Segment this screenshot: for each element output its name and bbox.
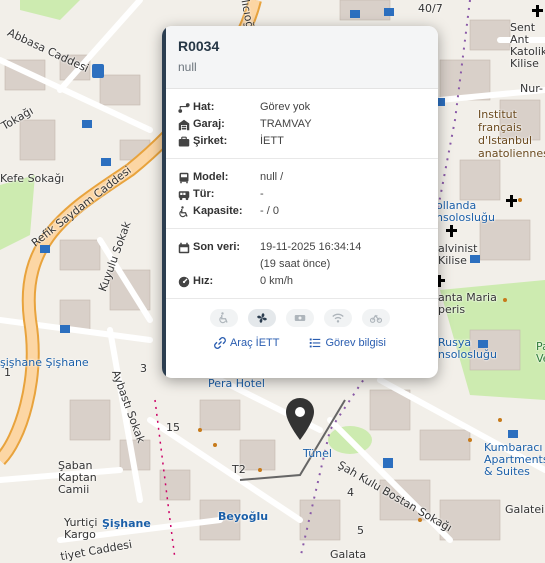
row-tur: Tür: - (178, 186, 422, 203)
model-label: Model: (193, 171, 229, 183)
task-info-link[interactable]: Görev bilgisi (309, 337, 386, 349)
bus-side-icon (178, 190, 190, 200)
link-icon (214, 337, 226, 349)
hat-value: Görev yok (260, 101, 311, 113)
wheelchair-icon (219, 312, 228, 324)
gauge-icon (178, 276, 190, 287)
row-sirket: Şirket: İETT (178, 133, 422, 150)
tur-label: Tür: (193, 188, 215, 200)
route-section: Hat: Görev yok Garaj: TRAMVAY Şirket: İE… (162, 89, 438, 159)
status-section: Son veri: 19-11-2025 16:34:14 (19 saat ö… (162, 229, 438, 299)
tur-value: - (260, 188, 264, 200)
vehicle-id: R0034 (178, 38, 220, 54)
feature-wheelchair (210, 309, 238, 327)
feature-ac (248, 309, 276, 327)
vehicle-link-label: Araç İETT (229, 337, 280, 349)
row-hiz: Hız: 0 km/h (178, 273, 422, 290)
son-veri-label: Son veri: (193, 241, 241, 253)
vehicle-subtitle: null (178, 60, 197, 74)
garaj-value: TRAMVAY (260, 118, 312, 130)
calendar-icon (178, 242, 190, 253)
fan-icon (257, 313, 267, 323)
garage-icon (178, 119, 190, 130)
vehicle-section: Model: null / Tür: - Kapasite: - / 0 (162, 159, 438, 229)
garaj-label: Garaj: (193, 118, 225, 130)
sirket-label: Şirket: (193, 135, 228, 147)
row-son-veri: Son veri: 19-11-2025 16:34:14 (19 saat ö… (178, 239, 422, 273)
briefcase-icon (178, 136, 190, 146)
wheelchair-icon (179, 205, 188, 217)
son-veri-value: 19-11-2025 16:34:14 (19 saat önce) (260, 239, 361, 273)
hiz-label: Hız: (193, 275, 214, 287)
vehicle-popup: R0034 null Hat: Görev yok Garaj: TRAMVAY… (162, 26, 438, 378)
kapasite-label: Kapasite: (193, 205, 243, 217)
task-info-link-label: Görev bilgisi (325, 337, 387, 349)
popup-accent-bar (162, 26, 166, 378)
son-veri-timestamp: 19-11-2025 16:34:14 (260, 241, 362, 253)
location-marker-icon[interactable] (286, 398, 314, 442)
popup-links: Araç İETT Görev bilgisi (162, 335, 438, 349)
money-icon (294, 315, 306, 321)
row-hat: Hat: Görev yok (178, 99, 422, 116)
sirket-value: İETT (260, 135, 284, 147)
row-model: Model: null / (178, 169, 422, 186)
wifi-icon (332, 313, 344, 323)
feature-wifi (324, 309, 352, 327)
row-garaj: Garaj: TRAMVAY (178, 116, 422, 133)
feature-badges (162, 299, 438, 335)
kapasite-value: - / 0 (260, 205, 279, 217)
bicycle-icon (370, 314, 382, 323)
route-icon (178, 102, 190, 113)
list-icon (310, 338, 321, 348)
hiz-value: 0 km/h (260, 275, 294, 287)
hat-label: Hat: (193, 101, 215, 113)
feature-payment (286, 309, 314, 327)
row-kapasite: Kapasite: - / 0 (178, 203, 422, 220)
bus-icon (179, 172, 189, 183)
model-value: null / (260, 171, 284, 183)
vehicle-link[interactable]: Araç İETT (214, 337, 280, 349)
son-veri-relative: (19 saat önce) (260, 258, 331, 270)
popup-header: R0034 null (162, 26, 438, 89)
feature-bicycle (362, 309, 390, 327)
